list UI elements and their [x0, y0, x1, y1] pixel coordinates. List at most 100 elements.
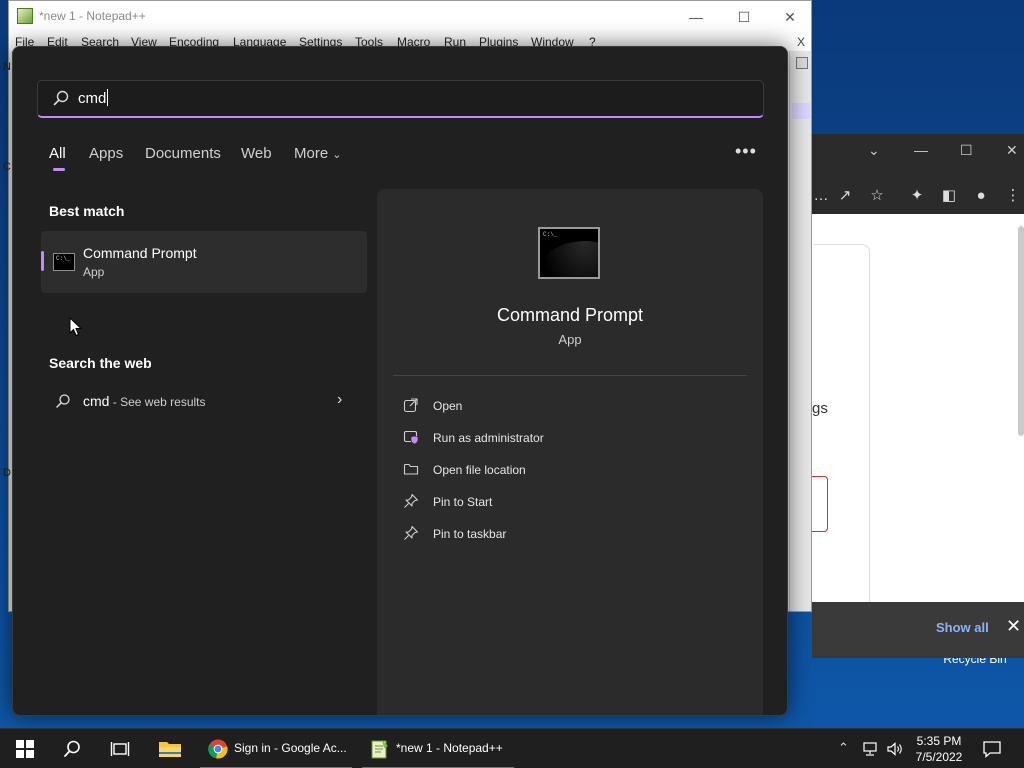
web-query-text: cmd: [83, 393, 110, 409]
chrome-titlebar[interactable]: ⌄ — ☐ ✕: [812, 134, 1024, 170]
action-label: Open file location: [433, 463, 526, 477]
tray-overflow-chevron-icon[interactable]: ⌃: [838, 740, 849, 756]
chrome-window[interactable]: ⌄ — ☐ ✕ … ↗ ☆ ✦ ◧ ● ⋮ gs Show all ✕: [812, 134, 1024, 658]
minimize-icon[interactable]: —: [673, 5, 719, 29]
action-pin-to-start[interactable]: Pin to Start: [403, 491, 733, 515]
open-external-icon: [403, 398, 418, 413]
web-search-result[interactable]: cmd - See web results ›: [41, 383, 367, 419]
close-icon[interactable]: ✕: [1006, 616, 1021, 637]
side-panel-icon[interactable]: ◧: [940, 187, 958, 205]
command-prompt-icon: C:\_: [53, 253, 75, 271]
notepad-title: *new 1 - Notepad++: [39, 9, 146, 23]
windows-logo-icon: [16, 740, 34, 758]
shield-admin-icon: [403, 430, 419, 445]
best-match-result[interactable]: C:\_ Command Prompt App: [41, 231, 367, 293]
file-explorer-button[interactable]: [150, 729, 190, 768]
more-options-button[interactable]: •••: [735, 141, 757, 162]
task-view-button[interactable]: [100, 729, 140, 768]
web-query-suffix: - See web results: [109, 395, 206, 409]
action-label: Run as administrator: [433, 431, 544, 445]
best-match-heading: Best match: [49, 203, 125, 219]
search-flyout: cmd All Apps Documents Web More ⌄ ••• Bes…: [12, 46, 788, 716]
search-input[interactable]: cmd: [78, 89, 109, 107]
search-query: cmd: [78, 90, 107, 107]
taskbar-app-label: *new 1 - Notepad++: [396, 741, 503, 755]
toolbar-icon[interactable]: [796, 57, 808, 69]
system-clock[interactable]: 5:35 PM 7/5/2022: [906, 733, 972, 765]
maximize-icon[interactable]: ☐: [960, 142, 973, 159]
taskbar-app-chrome[interactable]: Sign in - Google Ac...: [200, 729, 352, 768]
taskbar-search-button[interactable]: [52, 729, 92, 768]
web-query: cmd - See web results: [83, 393, 206, 409]
network-icon[interactable]: [862, 741, 880, 757]
notepad-plus-plus-icon: [17, 8, 33, 24]
tab-apps[interactable]: Apps: [89, 145, 123, 162]
pin-icon: [404, 525, 419, 540]
puzzle-extensions-icon[interactable]: ✦: [908, 187, 926, 205]
action-open-file-location[interactable]: Open file location: [403, 459, 733, 483]
selection-indicator: [41, 251, 44, 271]
chrome-toolbar: … ↗ ☆ ✦ ◧ ● ⋮: [812, 178, 1024, 214]
notepad-plus-plus-icon: [371, 740, 388, 759]
action-label: Open: [433, 399, 463, 413]
notepad-side-panel: [789, 51, 811, 611]
notepad-titlebar[interactable]: *new 1 - Notepad++ — ☐ ✕: [9, 1, 811, 33]
chrome-icon: [208, 739, 228, 759]
action-pin-to-taskbar[interactable]: Pin to taskbar: [403, 523, 733, 547]
chevron-down-icon[interactable]: ⌄: [868, 142, 880, 159]
command-prompt-icon: C:\_: [538, 227, 600, 279]
tab-all[interactable]: All: [49, 145, 66, 162]
chrome-page: gs: [812, 214, 1024, 602]
share-icon[interactable]: ↗: [836, 187, 854, 205]
show-all-link[interactable]: Show all: [936, 620, 989, 635]
tab-web[interactable]: Web: [241, 145, 272, 162]
app-type: App: [558, 332, 582, 347]
clock-time: 5:35 PM: [916, 734, 962, 748]
search-box[interactable]: cmd: [37, 80, 764, 118]
left-fragment: D: [3, 467, 11, 479]
overflow-dots-icon[interactable]: …: [812, 187, 830, 205]
profile-avatar-icon[interactable]: ●: [972, 187, 990, 205]
task-view-icon: [110, 742, 130, 756]
text-caret: [107, 89, 109, 106]
download-bar: Show all ✕: [812, 602, 1024, 658]
kebab-menu-icon[interactable]: ⋮: [1004, 187, 1022, 205]
scrollbar[interactable]: [1018, 226, 1024, 436]
results-list: Best match C:\_ Command Prompt App Searc…: [13, 187, 377, 715]
close-icon[interactable]: ✕: [1006, 142, 1018, 159]
details-pane: C:\_ Command Prompt App Open Run as admi…: [377, 189, 763, 715]
tab-more[interactable]: More ⌄: [294, 145, 341, 162]
search-icon: [64, 740, 80, 757]
active-tab-indicator: [53, 168, 65, 171]
star-icon[interactable]: ☆: [868, 187, 886, 205]
folder-icon: [403, 463, 419, 475]
close-document-button[interactable]: X: [797, 35, 805, 49]
app-title: Command Prompt: [496, 305, 644, 325]
action-open[interactable]: Open: [403, 395, 733, 419]
result-type: App: [83, 265, 105, 279]
notification-center-icon[interactable]: [982, 739, 1002, 759]
search-icon: [53, 90, 69, 106]
highlight-bar: [792, 103, 810, 119]
page-input-fragment[interactable]: [812, 476, 828, 532]
close-icon[interactable]: ✕: [767, 5, 813, 29]
action-label: Pin to Start: [433, 495, 493, 509]
clock-date: 7/5/2022: [915, 750, 963, 764]
left-fragment: C: [3, 161, 11, 173]
search-icon: [56, 394, 70, 408]
start-button[interactable]: [4, 729, 44, 768]
search-web-heading: Search the web: [49, 355, 152, 371]
action-label: Pin to taskbar: [433, 527, 507, 541]
volume-icon[interactable]: [886, 741, 904, 757]
minimize-icon[interactable]: —: [914, 142, 928, 158]
mouse-cursor-icon: [69, 317, 83, 337]
tab-documents[interactable]: Documents: [145, 145, 221, 162]
chevron-down-icon: ⌄: [332, 149, 342, 161]
action-run-as-administrator[interactable]: Run as administrator: [403, 427, 733, 451]
chevron-right-icon[interactable]: ›: [337, 391, 342, 409]
maximize-icon[interactable]: ☐: [721, 5, 767, 29]
taskbar-app-label: Sign in - Google Ac...: [234, 741, 347, 755]
taskbar-app-notepad[interactable]: *new 1 - Notepad++: [362, 729, 514, 768]
divider: [393, 375, 747, 376]
result-name: Command Prompt: [83, 245, 197, 261]
